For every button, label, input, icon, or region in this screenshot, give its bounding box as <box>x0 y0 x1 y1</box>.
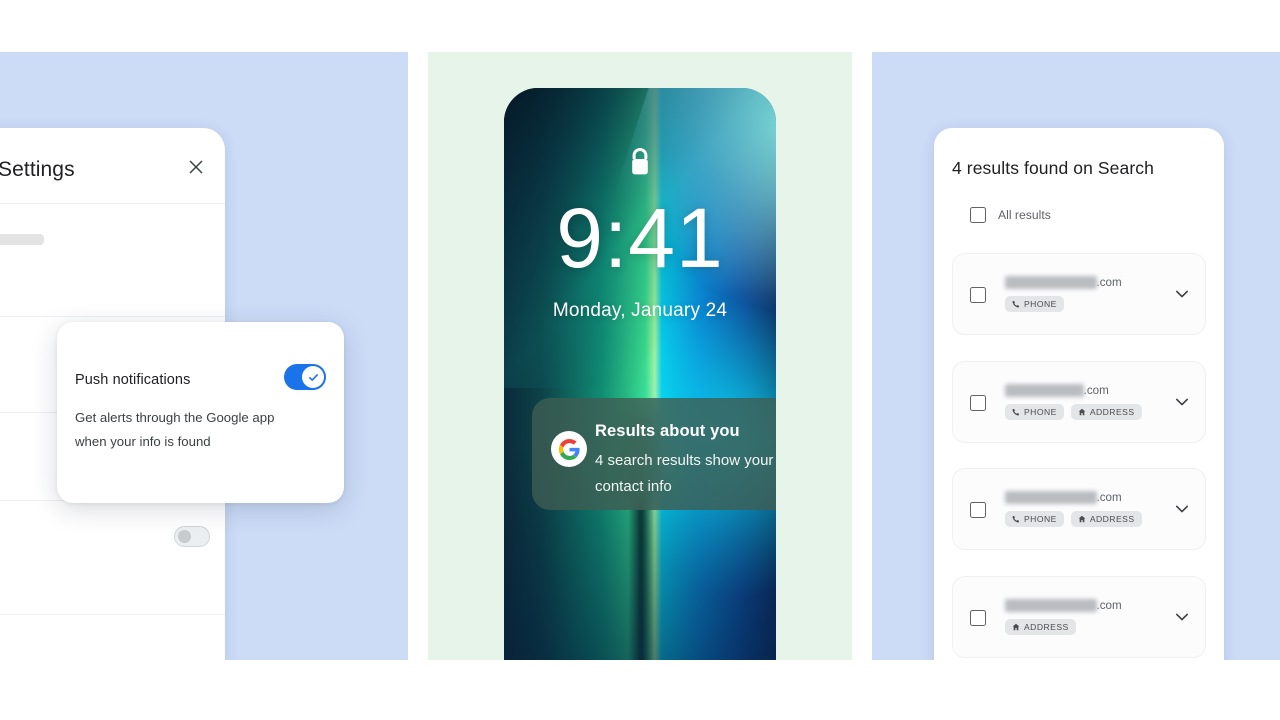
result-checkbox[interactable] <box>970 287 986 303</box>
push-notifications-toggle[interactable] <box>284 364 326 390</box>
result-domain-redacted: adomainnametitle <box>1005 491 1097 504</box>
result-domain-redacted: adomainnametitle <box>1005 276 1097 289</box>
badge-label: PHONE <box>1024 407 1057 417</box>
lockscreen-date: Monday, January 24 <box>552 300 728 321</box>
check-icon <box>308 373 318 381</box>
home-icon <box>1078 515 1086 523</box>
chevron-down-icon[interactable] <box>1173 393 1191 411</box>
lock-icon <box>627 146 653 178</box>
google-g-icon <box>551 431 587 467</box>
phone-lockscreen: 9:41 Monday, January 24 Results about yo… <box>504 88 776 660</box>
result-card[interactable]: anotherwebsite.com PHONE ADDRESS <box>952 361 1206 443</box>
settings-header: Settings <box>0 128 225 204</box>
result-checkbox[interactable] <box>970 502 986 518</box>
panel-lockscreen: 9:41 Monday, January 24 Results about yo… <box>428 52 852 660</box>
result-card[interactable]: adomainnametitle.com PHONE ADDRESS <box>952 468 1206 550</box>
result-badges: PHONE ADDRESS <box>1005 404 1142 420</box>
phone-icon <box>1012 300 1020 308</box>
notification-banner[interactable]: Results about you 34m ago 4 search resul… <box>532 398 776 510</box>
all-results-row[interactable]: All results <box>970 207 1051 223</box>
notification-body: 4 search results show your name and cont… <box>595 452 776 495</box>
badge-address: ADDRESS <box>1070 511 1142 527</box>
all-results-label: All results <box>998 208 1051 222</box>
result-card[interactable]: adomainnametitle.com ADDRESS <box>952 576 1206 658</box>
badge-label: ADDRESS <box>1089 407 1135 417</box>
lockscreen-time: 9:41 <box>556 191 724 285</box>
chevron-down-icon[interactable] <box>1173 608 1191 626</box>
badge-phone: PHONE <box>1005 511 1064 527</box>
page-title: Settings <box>0 158 75 181</box>
result-domain-suffix: .com <box>1083 384 1109 397</box>
phone-icon <box>1012 515 1020 523</box>
result-domain-suffix: .com <box>1096 491 1122 504</box>
result-domain: adomainnametitle.com <box>1005 491 1122 504</box>
result-badges: PHONE ADDRESS <box>1005 511 1142 527</box>
badge-label: PHONE <box>1024 514 1057 524</box>
result-domain-redacted: anotherwebsite <box>1005 384 1084 397</box>
all-results-checkbox[interactable] <box>970 207 986 223</box>
screenshot-root: Settings Push notifications Get alerts t… <box>0 0 1280 720</box>
result-domain: anotherwebsite.com <box>1005 384 1109 397</box>
result-domain: adomainnametitle.com <box>1005 276 1122 289</box>
badge-label: PHONE <box>1024 299 1057 309</box>
close-icon[interactable] <box>185 156 207 178</box>
result-card[interactable]: adomainnametitle.com PHONE <box>952 253 1206 335</box>
result-domain-suffix: .com <box>1096 599 1122 612</box>
results-sheet: 4 results found on Search All results ad… <box>934 128 1224 660</box>
result-domain: adomainnametitle.com <box>1005 599 1122 612</box>
divider <box>0 316 225 317</box>
push-notifications-title: Push notifications <box>75 372 191 388</box>
result-badges: ADDRESS <box>1005 619 1076 635</box>
badge-label: ADDRESS <box>1024 622 1069 632</box>
notification-title: Results about you <box>595 422 740 440</box>
result-domain-redacted: adomainnametitle <box>1005 599 1097 612</box>
result-checkbox[interactable] <box>970 395 986 411</box>
result-badges: PHONE <box>1005 296 1064 312</box>
badge-phone: PHONE <box>1005 296 1064 312</box>
push-notifications-description: Get alerts through the Google app when y… <box>75 410 275 449</box>
chevron-down-icon[interactable] <box>1173 500 1191 518</box>
badge-phone: PHONE <box>1005 404 1064 420</box>
push-notifications-card: Push notifications Get alerts through th… <box>57 322 344 503</box>
home-icon <box>1012 623 1020 631</box>
toggle-knob <box>302 366 324 388</box>
badge-address: ADDRESS <box>1070 404 1142 420</box>
skeleton-bar <box>0 234 44 245</box>
panel-settings: Settings Push notifications Get alerts t… <box>0 52 408 660</box>
chevron-down-icon[interactable] <box>1173 285 1191 303</box>
badge-address: ADDRESS <box>1005 619 1076 635</box>
secondary-toggle[interactable] <box>174 526 210 547</box>
badge-label: ADDRESS <box>1089 514 1135 524</box>
result-checkbox[interactable] <box>970 610 986 626</box>
result-domain-suffix: .com <box>1096 276 1122 289</box>
divider <box>0 614 225 615</box>
phone-icon <box>1012 408 1020 416</box>
panel-results: 4 results found on Search All results ad… <box>872 52 1280 660</box>
results-title: 4 results found on Search <box>952 158 1154 178</box>
home-icon <box>1078 408 1086 416</box>
